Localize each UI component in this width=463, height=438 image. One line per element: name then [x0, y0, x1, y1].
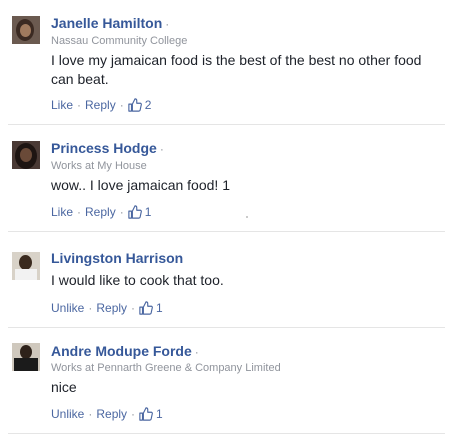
commenter-name[interactable]: Princess Hodge · [51, 140, 164, 156]
separator-dot: · [165, 17, 170, 31]
avatar[interactable] [12, 141, 40, 169]
comment-actions: Like · Reply · 1 [51, 205, 151, 219]
separator-dot: · [159, 142, 164, 156]
divider [8, 124, 445, 125]
commenter-subtitle: Works at My House [51, 160, 147, 172]
unlike-link[interactable]: Unlike [51, 301, 84, 315]
commenter-name[interactable]: Janelle Hamilton · [51, 15, 169, 31]
comment-actions: Unlike · Reply · 1 [51, 407, 163, 421]
thumbs-up-icon[interactable] [139, 301, 153, 315]
commenter-subtitle: Works at Pennarth Greene & Company Limit… [51, 362, 281, 374]
comment-actions: Like · Reply · 2 [51, 98, 151, 112]
commenter-subtitle: Nassau Community College [51, 35, 188, 47]
avatar[interactable] [12, 16, 40, 44]
like-count[interactable]: 1 [156, 407, 163, 421]
separator-dot: · [194, 345, 199, 359]
divider [8, 231, 445, 232]
separator-dot: · [88, 301, 93, 315]
like-count[interactable]: 1 [145, 205, 152, 219]
like-link[interactable]: Like [51, 205, 73, 219]
unlike-link[interactable]: Unlike [51, 407, 84, 421]
divider [8, 433, 445, 434]
thumbs-up-icon[interactable] [139, 407, 153, 421]
separator-dot: · [119, 205, 124, 219]
like-link[interactable]: Like [51, 98, 73, 112]
reply-link[interactable]: Reply [85, 205, 116, 219]
comment-text: nice [51, 379, 77, 395]
separator-dot: · [119, 98, 124, 112]
stray-pixel [246, 216, 248, 218]
comment-text: I love my jamaican food is the best of t… [51, 52, 422, 87]
reply-link[interactable]: Reply [85, 98, 116, 112]
separator-dot: · [131, 407, 136, 421]
thumbs-up-icon[interactable] [128, 98, 142, 112]
commenter-name[interactable]: Livingston Harrison [51, 250, 183, 266]
like-count[interactable]: 1 [156, 301, 163, 315]
separator-dot: · [77, 205, 82, 219]
divider [8, 327, 445, 328]
separator-dot: · [131, 301, 136, 315]
reply-link[interactable]: Reply [96, 301, 127, 315]
comment-actions: Unlike · Reply · 1 [51, 301, 163, 315]
separator-dot: · [77, 98, 82, 112]
thumbs-up-icon[interactable] [128, 205, 142, 219]
comment-text: wow.. I love jamaican food! 1 [51, 177, 230, 193]
separator-dot: · [88, 407, 93, 421]
comment-text: I would like to cook that too. [51, 272, 224, 288]
reply-link[interactable]: Reply [96, 407, 127, 421]
like-count[interactable]: 2 [145, 98, 152, 112]
avatar[interactable] [12, 252, 40, 280]
commenter-name[interactable]: Andre Modupe Forde · [51, 343, 199, 359]
avatar[interactable] [12, 343, 40, 371]
